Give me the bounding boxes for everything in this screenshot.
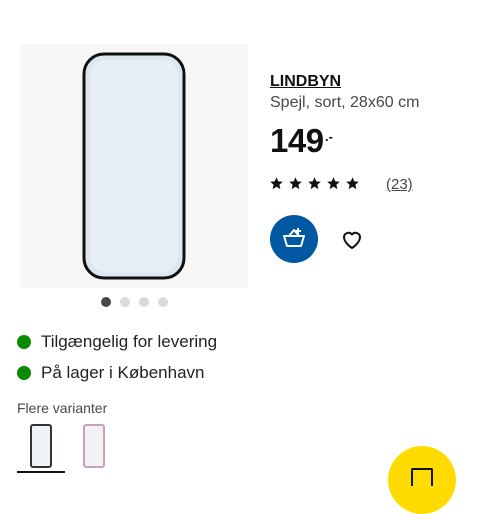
status-dot xyxy=(17,335,31,349)
selected-variant-indicator xyxy=(17,471,65,473)
variant-thumbnail xyxy=(83,424,105,468)
gallery-dot[interactable] xyxy=(139,297,149,307)
availability-store[interactable]: På lager i København xyxy=(17,363,205,383)
gallery-dot[interactable] xyxy=(120,297,130,307)
availability-delivery[interactable]: Tilgængelig for levering xyxy=(17,332,217,352)
add-to-cart-icon xyxy=(283,228,305,247)
shopping-bag-icon xyxy=(411,468,433,486)
heart-icon xyxy=(343,231,361,249)
price-suffix: .- xyxy=(325,129,333,144)
rating-stars[interactable] xyxy=(269,176,360,191)
product-image[interactable] xyxy=(82,52,186,280)
star-icon xyxy=(270,177,283,190)
availability-text: På lager i København xyxy=(41,363,205,382)
shopping-bag-button[interactable] xyxy=(388,446,456,514)
variant-thumbnail xyxy=(30,424,52,468)
variant-pink[interactable] xyxy=(70,420,118,472)
star-icon xyxy=(346,177,359,190)
star-icon xyxy=(289,177,302,190)
variant-black[interactable] xyxy=(17,420,65,472)
gallery-dot[interactable] xyxy=(101,297,111,307)
gallery-dot[interactable] xyxy=(158,297,168,307)
add-to-cart-button[interactable] xyxy=(270,215,318,263)
status-dot xyxy=(17,366,31,380)
variants-label: Flere varianter xyxy=(17,400,108,416)
product-name[interactable]: LINDBYN xyxy=(270,73,341,91)
availability-text: Tilgængelig for levering xyxy=(41,332,218,351)
product-price: 149 xyxy=(270,122,324,159)
product-description: Spejl, sort, 28x60 cm xyxy=(270,94,420,111)
gallery-dots xyxy=(101,297,168,307)
star-icon xyxy=(308,177,321,190)
review-count-link[interactable]: (23) xyxy=(386,176,413,193)
star-icon xyxy=(327,177,340,190)
favorite-button[interactable] xyxy=(337,225,367,255)
